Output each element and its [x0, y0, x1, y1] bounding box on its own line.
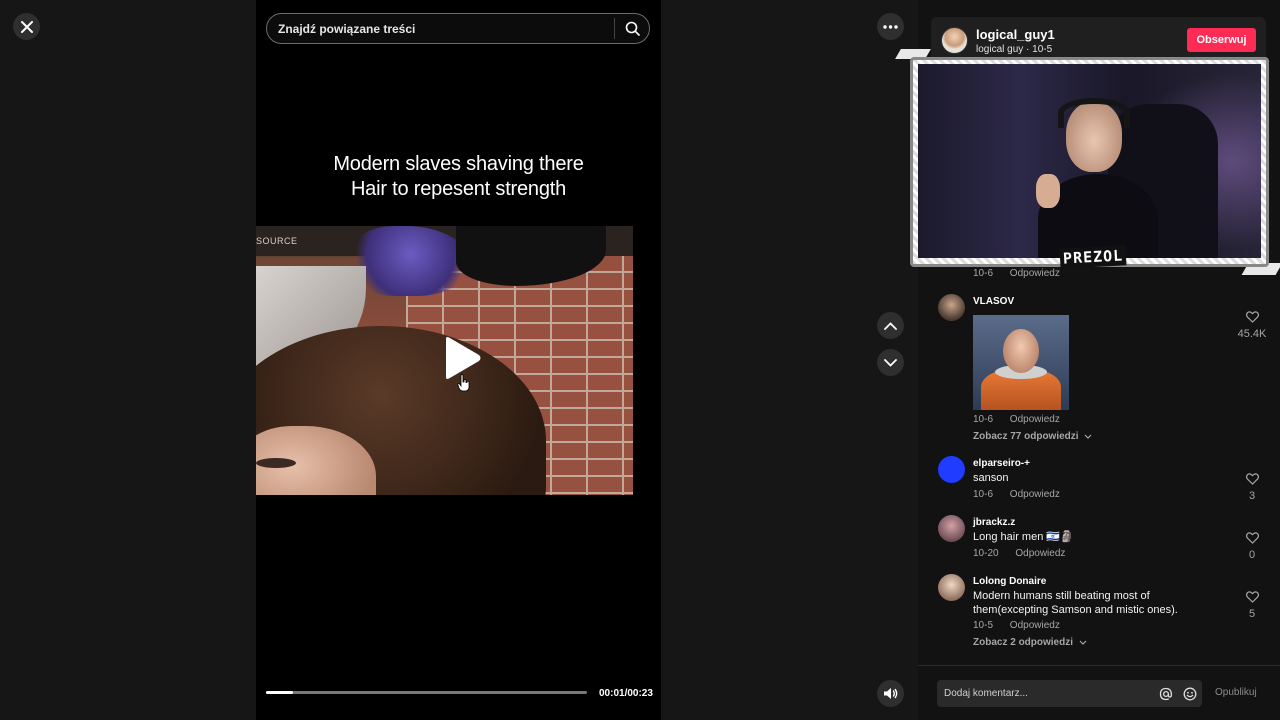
- streamer-hand: [1036, 174, 1060, 208]
- comment-item: elparseiro-+ sanson 10-6 Odpowiedz 3: [938, 456, 1270, 504]
- heart-icon: [1245, 473, 1259, 485]
- comment-box: [937, 680, 1202, 707]
- stream-logo: PREZOL: [1059, 245, 1127, 269]
- commenter-username[interactable]: VLASOV: [973, 296, 1014, 307]
- close-button[interactable]: [13, 13, 40, 40]
- commenter-username[interactable]: Lolong Donaire: [973, 576, 1046, 587]
- progress-fill: [266, 691, 294, 694]
- video-viewer: Modern slaves shaving there Hair to repe…: [0, 0, 1280, 720]
- like-count: 0: [1248, 549, 1256, 561]
- emoji-button[interactable]: [1178, 682, 1202, 706]
- comment-date: 10-6: [973, 414, 994, 425]
- view-replies-label: Zobacz 2 odpowiedzi: [973, 637, 1074, 648]
- publish-button[interactable]: Opublikuj: [1215, 687, 1257, 698]
- comment-date: 10-6: [973, 268, 994, 279]
- author-avatar[interactable]: [941, 27, 968, 54]
- author-username[interactable]: logical_guy1: [976, 27, 1055, 42]
- comment-image[interactable]: [973, 315, 1069, 410]
- commenter-avatar[interactable]: [938, 515, 965, 542]
- previous-video-button[interactable]: [877, 312, 904, 339]
- like-count: 45.4K: [1237, 328, 1267, 340]
- reply-button[interactable]: Odpowiedz: [1010, 620, 1060, 631]
- streamer-webcam-overlay: PREZOL: [895, 49, 1280, 275]
- volume-icon: [884, 688, 898, 699]
- headset: [1058, 98, 1130, 128]
- comment-item: Lolong Donaire Modern humans still beati…: [938, 574, 1270, 654]
- reply-button[interactable]: Odpowiedz: [1015, 548, 1065, 559]
- like-button[interactable]: 3: [1234, 472, 1270, 502]
- comment-date: 10-6: [973, 489, 994, 500]
- hand-cursor-icon: [457, 374, 470, 392]
- author-subline: logical guy · 10-5: [976, 44, 1053, 55]
- mention-button[interactable]: [1154, 682, 1178, 706]
- comment-text: sanson: [973, 472, 1009, 484]
- comment-text: Long hair men 🇮🇱🗿: [973, 531, 1074, 543]
- chevron-down-icon: [884, 358, 897, 367]
- search-icon: [625, 21, 640, 36]
- emoji-icon: [1183, 687, 1197, 700]
- caption-line-2: Hair to repesent strength: [350, 178, 567, 200]
- source-watermark: SOURCE: [256, 236, 298, 246]
- chevron-down-icon: [1079, 640, 1087, 645]
- commenter-username[interactable]: elparseiro-+: [973, 458, 1030, 469]
- follow-button[interactable]: Obserwuj: [1187, 28, 1256, 52]
- astronaut-head: [1003, 329, 1039, 373]
- more-options-button[interactable]: [877, 13, 904, 40]
- commenter-username[interactable]: jbrackz.z: [973, 517, 1015, 528]
- comment-meta: 10-5 Odpowiedz: [973, 620, 1074, 631]
- next-video-button[interactable]: [877, 349, 904, 376]
- more-icon: [883, 24, 898, 29]
- comment-meta: 10-20 Odpowiedz: [973, 548, 1079, 559]
- video-frame[interactable]: SOURCE: [256, 226, 633, 495]
- view-replies-label: Zobacz 77 odpowiedzi: [973, 431, 1079, 442]
- search-input[interactable]: [267, 21, 614, 36]
- heart-icon: [1245, 311, 1259, 323]
- comment-input[interactable]: [937, 688, 1154, 699]
- comment-meta: 10-6 Odpowiedz: [973, 268, 1074, 279]
- video-player[interactable]: Modern slaves shaving there Hair to repe…: [256, 0, 661, 720]
- mention-icon: [1159, 687, 1173, 700]
- webcam-feed: [918, 64, 1261, 258]
- comment-item: jbrackz.z Long hair men 🇮🇱🗿 10-20 Odpowi…: [938, 515, 1270, 563]
- comment-meta: 10-6 Odpowiedz: [973, 414, 1074, 425]
- comment-text: Modern humans still beating most of them…: [973, 590, 1178, 616]
- close-icon: [20, 20, 33, 33]
- comment-item: VLASOV 10-6 Odpowiedz Zobacz 77 odpowied…: [938, 294, 1270, 444]
- reply-button[interactable]: Odpowiedz: [1010, 268, 1060, 279]
- like-count: 3: [1248, 490, 1256, 502]
- volume-button[interactable]: [877, 680, 904, 707]
- like-button[interactable]: 45.4K: [1234, 310, 1270, 340]
- reply-button[interactable]: Odpowiedz: [1010, 414, 1060, 425]
- progress-bar[interactable]: [266, 691, 587, 694]
- reply-button[interactable]: Odpowiedz: [1010, 489, 1060, 500]
- chevron-up-icon: [884, 321, 897, 330]
- time-label: 00:01/00:23: [599, 688, 653, 699]
- search-button[interactable]: [615, 13, 649, 44]
- commenter-avatar[interactable]: [938, 574, 965, 601]
- heart-icon: [1245, 591, 1259, 603]
- comment-composer: Opublikuj: [918, 665, 1280, 720]
- view-replies-button[interactable]: Zobacz 2 odpowiedzi: [973, 637, 1087, 648]
- comment-date: 10-20: [973, 548, 999, 559]
- video-caption: Modern slaves shaving there Hair to repe…: [256, 152, 661, 202]
- like-button[interactable]: 5: [1234, 590, 1270, 620]
- view-replies-button[interactable]: Zobacz 77 odpowiedzi: [973, 431, 1092, 442]
- commenter-avatar[interactable]: [938, 456, 965, 483]
- heart-icon: [1245, 532, 1259, 544]
- search-bar: [266, 13, 650, 44]
- commenter-avatar[interactable]: [938, 294, 965, 321]
- caption-line-1: Modern slaves shaving there: [333, 153, 584, 175]
- chevron-down-icon: [1084, 434, 1092, 439]
- like-count: 5: [1248, 608, 1256, 620]
- eye: [256, 458, 296, 468]
- like-button[interactable]: 0: [1234, 531, 1270, 561]
- comment-meta: 10-6 Odpowiedz: [973, 489, 1074, 500]
- comment-date: 10-5: [973, 620, 994, 631]
